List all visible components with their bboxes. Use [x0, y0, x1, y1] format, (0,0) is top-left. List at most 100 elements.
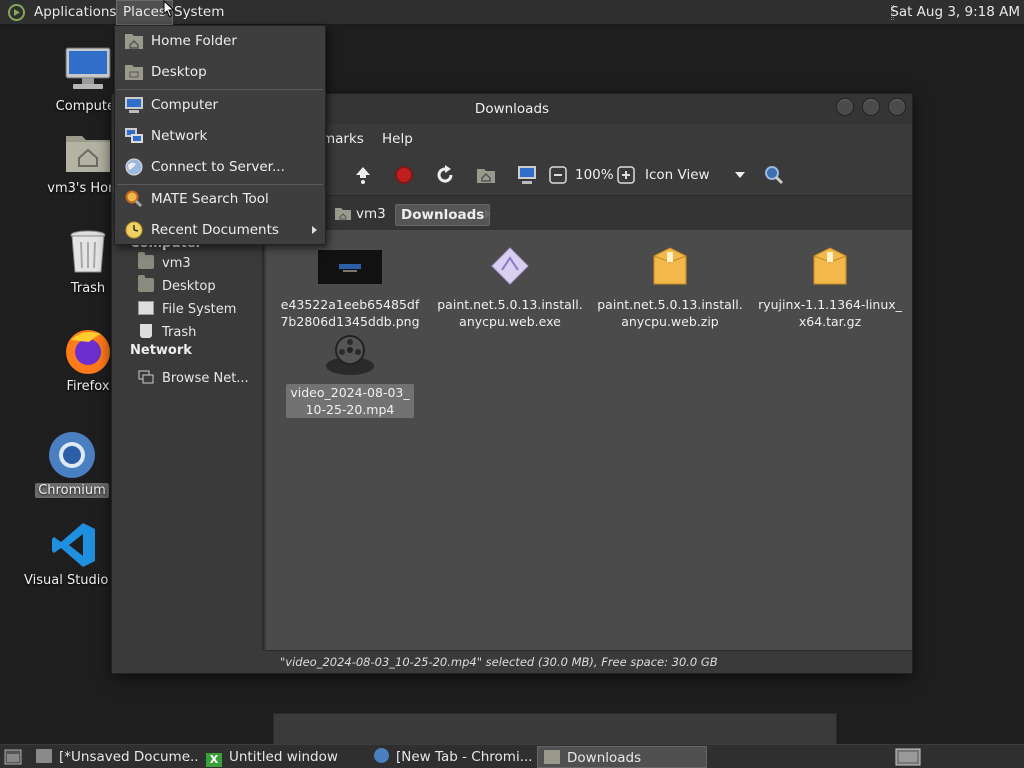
- breadcrumb-downloads[interactable]: Downloads: [395, 204, 491, 226]
- network-icon: [138, 370, 154, 384]
- menu-item-desktop[interactable]: Desktop: [115, 57, 325, 88]
- file-item[interactable]: e43522a1eeb65485df 7b2806d1345ddb.png: [270, 244, 430, 330]
- zoom-level: 100%: [575, 167, 614, 183]
- sidebar-item-label: Desktop: [162, 279, 216, 294]
- taskbar-item-downloads[interactable]: Downloads: [537, 746, 707, 768]
- clock-icon: [125, 221, 143, 239]
- computer-icon[interactable]: [516, 164, 538, 186]
- network-icon: [125, 128, 143, 143]
- minimize-button[interactable]: [836, 98, 854, 116]
- desktop-icon-label: Visual Studio Code: [24, 573, 146, 588]
- menu-item-recent-documents[interactable]: Recent Documents: [115, 215, 325, 246]
- menu-item-connect-to-server[interactable]: Connect to Server...: [115, 152, 325, 183]
- trash-icon: [63, 228, 113, 278]
- mate-logo-icon[interactable]: [8, 4, 25, 21]
- reload-icon[interactable]: [434, 164, 456, 186]
- taskbar-item-chromium[interactable]: [New Tab - Chromi...: [368, 746, 536, 768]
- file-item[interactable]: paint.net.5.0.13.install. anycpu.web.exe: [430, 244, 590, 330]
- sidebar-item-label: vm3: [162, 256, 191, 271]
- firefox-icon: [63, 326, 113, 376]
- applications-menu[interactable]: Applications: [28, 0, 122, 25]
- trash-icon: [140, 324, 152, 338]
- taskbar-item-label: Untitled window: [229, 749, 338, 765]
- breadcrumb-label: vm3: [356, 206, 386, 222]
- file-item[interactable]: paint.net.5.0.13.install. anycpu.web.zip: [590, 244, 750, 330]
- menu-item-label: Computer: [151, 97, 219, 113]
- file-view[interactable]: e43522a1eeb65485df 7b2806d1345ddb.png pai…: [266, 230, 912, 650]
- view-mode-select[interactable]: Icon View: [645, 167, 710, 183]
- search-tool-icon: [125, 190, 143, 208]
- sidebar-item-vm3[interactable]: vm3: [138, 252, 191, 274]
- top-panel: Applications Places System Sat Aug 3, 9:…: [0, 0, 1024, 25]
- menu-item-mate-search-tool[interactable]: MATE Search Tool: [115, 184, 325, 215]
- menu-item-label: Home Folder: [151, 33, 237, 49]
- file-name: ryujinx-1.1.1364-linux_ x64.tar.gz: [758, 297, 902, 329]
- zoom-in-icon[interactable]: [617, 166, 635, 184]
- close-button[interactable]: [888, 98, 906, 116]
- archive-icon: [795, 244, 865, 292]
- go-up-icon[interactable]: [352, 164, 374, 186]
- clock[interactable]: Sat Aug 3, 9:18 AM: [890, 0, 1020, 25]
- computer-icon: [63, 46, 113, 96]
- chromium-icon: [374, 748, 389, 763]
- taskbar-item-label: Downloads: [567, 750, 642, 766]
- menu-item-network[interactable]: Network: [115, 121, 325, 152]
- sidebar-item-desktop[interactable]: Desktop: [138, 275, 216, 297]
- taskbar-item-text-editor[interactable]: [*Unsaved Docume...: [30, 746, 198, 768]
- workspace-switcher-icon[interactable]: [895, 748, 921, 766]
- chevron-down-icon[interactable]: [734, 170, 746, 180]
- sidebar-item-browse-network[interactable]: Browse Net...: [138, 369, 249, 389]
- status-bar: "video_2024-08-03_10-25-20.mp4" selected…: [266, 650, 912, 673]
- taskbar-item-label: [*Unsaved Docume...: [59, 749, 198, 765]
- vscode-icon: [49, 520, 99, 570]
- places-dropdown-menu: Home Folder Desktop Computer Network Con: [114, 25, 326, 245]
- taskbar-item-untitled-window[interactable]: X Untitled window: [200, 746, 368, 768]
- text-editor-icon: [36, 749, 52, 763]
- file-name: paint.net.5.0.13.install. anycpu.web.zip: [597, 297, 743, 329]
- menu-item-home-folder[interactable]: Home Folder: [115, 26, 325, 57]
- mouse-cursor-icon: [163, 0, 175, 18]
- stop-icon[interactable]: [393, 164, 415, 186]
- menu-item-label: Desktop: [151, 64, 207, 80]
- file-item[interactable]: ryujinx-1.1.1364-linux_ x64.tar.gz: [750, 244, 910, 330]
- home-folder-icon: [125, 34, 143, 49]
- archive-icon: [635, 244, 705, 292]
- show-desktop-icon[interactable]: [4, 749, 22, 765]
- file-item-selected[interactable]: video_2024-08-03_ 10-25-20.mp4: [270, 332, 430, 418]
- desktop-folder-icon: [125, 65, 143, 80]
- menu-item-label: Recent Documents: [151, 222, 279, 238]
- home-icon[interactable]: [475, 164, 497, 186]
- desktop-icon-vscode[interactable]: Visual Studio Code: [24, 520, 146, 588]
- home-folder-icon: [335, 208, 351, 220]
- file-system-icon: [138, 301, 154, 315]
- submenu-arrow-icon: [312, 226, 317, 234]
- system-menu[interactable]: System: [168, 0, 230, 25]
- sidebar-item-trash[interactable]: Trash: [138, 323, 196, 343]
- window-edge: [273, 713, 837, 745]
- file-name: e43522a1eeb65485df 7b2806d1345ddb.png: [280, 297, 420, 329]
- help-menu[interactable]: Help: [382, 131, 413, 147]
- image-thumbnail: [315, 244, 385, 292]
- chromium-icon: [47, 430, 97, 480]
- bookmarks-menu[interactable]: marks: [322, 131, 364, 147]
- maximize-button[interactable]: [862, 98, 880, 116]
- taskbar-item-label: [New Tab - Chromi...: [396, 749, 533, 765]
- menu-item-label: MATE Search Tool: [151, 191, 269, 207]
- menu-item-computer[interactable]: Computer: [115, 90, 325, 121]
- x-window-icon: X: [206, 753, 222, 767]
- sidebar-item-label: Trash: [162, 325, 197, 340]
- breadcrumb-vm3[interactable]: vm3: [330, 204, 391, 226]
- computer-icon: [125, 97, 143, 113]
- desktop-icon-chromium[interactable]: Chromium: [22, 430, 122, 498]
- folder-icon: [544, 750, 560, 764]
- sidebar-heading-network: Network: [130, 343, 192, 358]
- status-text: "video_2024-08-03_10-25-20.mp4" selected…: [280, 655, 718, 669]
- sidebar: Computer vm3 Desktop File System Trash N…: [112, 230, 264, 650]
- home-folder-icon: [138, 252, 154, 269]
- chevron-right-icon[interactable]: [484, 209, 492, 219]
- zoom-out-icon[interactable]: [549, 166, 567, 184]
- desktop-icon-label: Chromium: [35, 483, 109, 498]
- menu-item-label: Connect to Server...: [151, 159, 285, 175]
- search-icon[interactable]: [763, 164, 785, 186]
- sidebar-item-file-system[interactable]: File System: [138, 300, 236, 320]
